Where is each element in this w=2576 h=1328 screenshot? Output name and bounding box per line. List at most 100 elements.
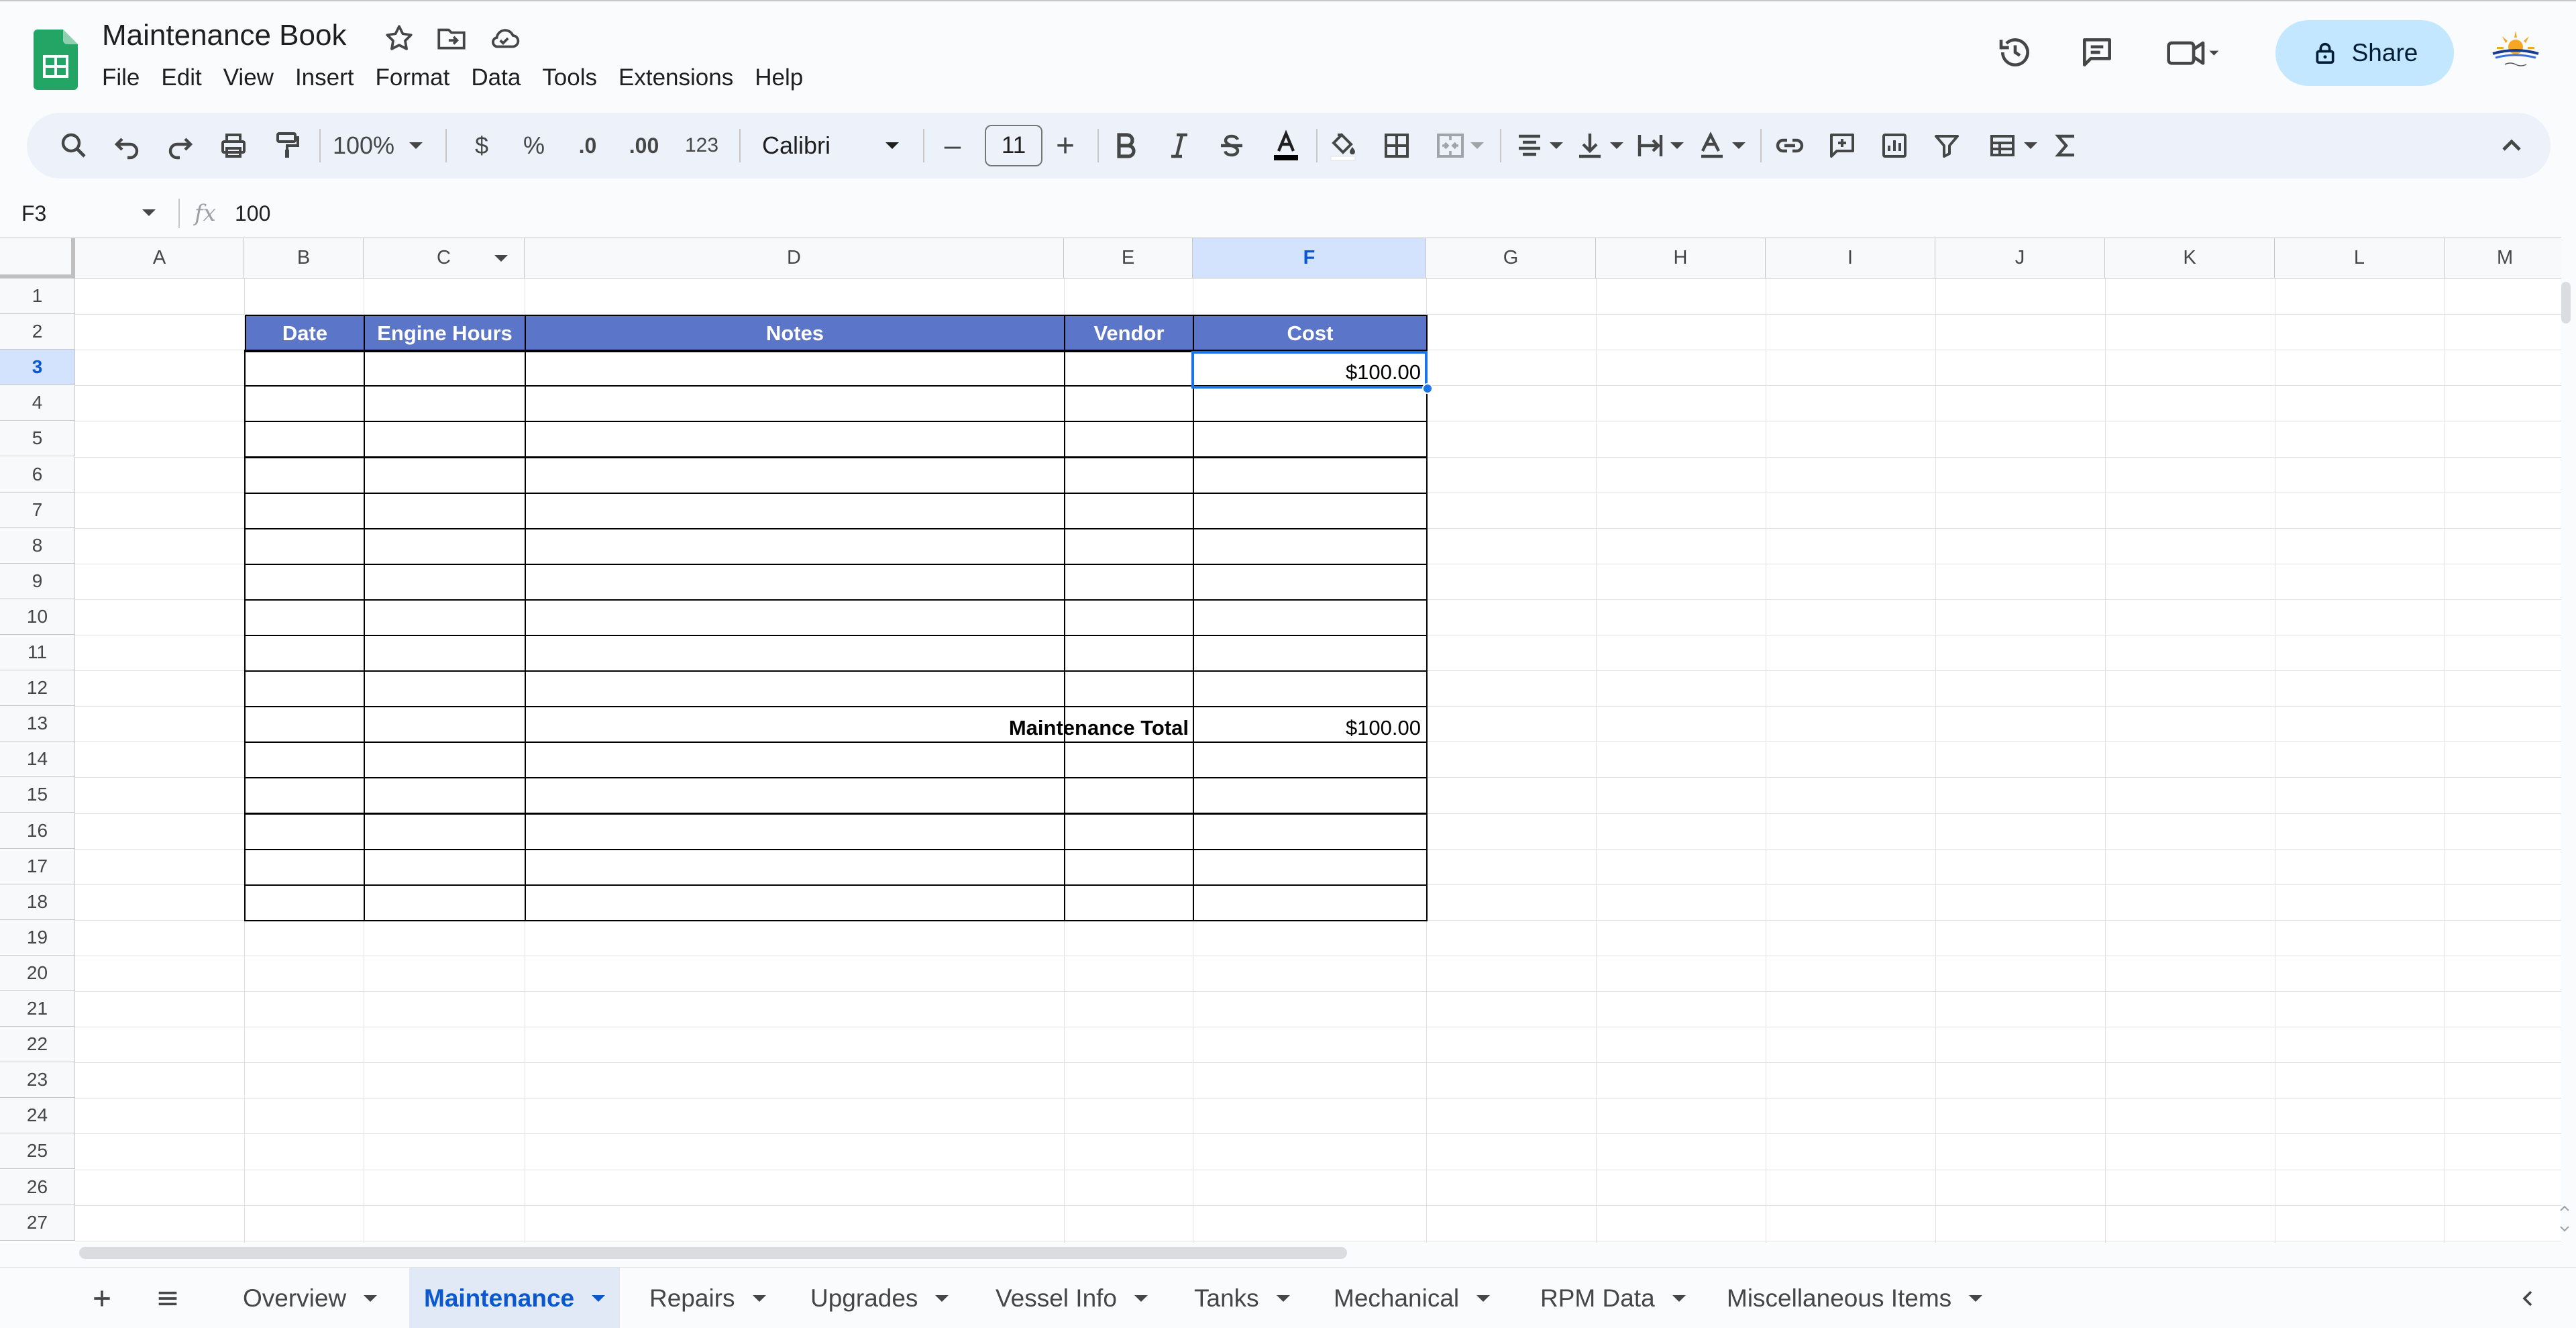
table-cell-cost[interactable] [1193, 527, 1428, 565]
column-header[interactable]: L [2275, 238, 2445, 278]
star-icon[interactable] [382, 21, 416, 55]
table-cell-vendor[interactable] [1064, 742, 1194, 779]
menu-edit[interactable]: Edit [150, 64, 212, 91]
table-cell-engine-hours[interactable] [364, 421, 526, 458]
table-header-notes[interactable]: Notes [525, 315, 1065, 352]
table-cell-date[interactable] [244, 742, 365, 779]
menu-file[interactable]: File [102, 64, 150, 91]
row-header[interactable]: 19 [0, 919, 75, 956]
table-cell-cost[interactable] [1193, 670, 1428, 708]
table-cell-engine-hours[interactable] [364, 777, 526, 815]
row-header[interactable]: 22 [0, 1027, 75, 1063]
row-header[interactable]: 15 [0, 777, 75, 813]
table-cell-cost[interactable] [1193, 563, 1428, 601]
table-cell-date[interactable] [244, 813, 365, 850]
table-cell-engine-hours[interactable] [364, 742, 526, 779]
create-filter-button[interactable] [1928, 113, 1966, 178]
text-wrapping-button[interactable] [1630, 113, 1688, 178]
menu-help[interactable]: Help [744, 64, 814, 91]
table-cell-vendor[interactable] [1064, 777, 1194, 815]
formula-input[interactable]: 100 [235, 201, 270, 226]
row-header[interactable]: 3 [0, 350, 75, 386]
row-header[interactable]: 8 [0, 527, 75, 564]
table-cell-date[interactable] [244, 848, 365, 886]
table-cell-date[interactable] [244, 563, 365, 601]
table-cell-cost[interactable] [1193, 421, 1428, 458]
insert-comment-button[interactable] [1823, 113, 1861, 178]
table-cell-vendor[interactable] [1064, 385, 1194, 423]
table-cell-vendor[interactable] [1064, 848, 1194, 886]
table-cell-date[interactable] [244, 884, 365, 921]
sheet-tab-overview[interactable]: Overview [243, 1268, 378, 1328]
table-cell-date[interactable] [244, 385, 365, 423]
sheet-tab-tanks[interactable]: Tanks [1194, 1268, 1290, 1328]
more-formats-button[interactable]: 123 [675, 113, 729, 178]
table-cell-notes[interactable] [525, 385, 1065, 423]
sheets-logo-icon[interactable] [34, 30, 78, 90]
scroll-arrows-icon[interactable] [2556, 1198, 2573, 1239]
vertical-scrollbar[interactable] [2561, 282, 2571, 323]
paint-format-button[interactable] [268, 113, 306, 178]
table-cell-engine-hours[interactable] [364, 527, 526, 565]
comments-icon[interactable] [2078, 34, 2116, 71]
format-currency-button[interactable]: $ [463, 113, 500, 178]
table-cell-date[interactable] [244, 456, 365, 494]
row-header[interactable]: 21 [0, 991, 75, 1027]
table-header-vendor[interactable]: Vendor [1064, 315, 1194, 352]
row-header[interactable]: 11 [0, 635, 75, 671]
column-header[interactable]: K [2105, 238, 2275, 278]
table-cell-date[interactable] [244, 421, 365, 458]
menu-view[interactable]: View [213, 64, 284, 91]
table-cell-vendor[interactable] [1064, 670, 1194, 708]
table-cell-date[interactable] [244, 635, 365, 672]
table-cell-vendor[interactable] [1064, 599, 1194, 636]
text-rotation-button[interactable] [1692, 113, 1750, 178]
row-header[interactable]: 12 [0, 670, 75, 707]
move-folder-icon[interactable] [435, 21, 468, 55]
table-cell-notes[interactable] [525, 848, 1065, 886]
table-cell-cost[interactable] [1193, 599, 1428, 636]
menu-tools[interactable]: Tools [531, 64, 608, 91]
vertical-align-button[interactable] [1570, 113, 1627, 178]
table-cell-notes[interactable] [525, 527, 1065, 565]
menu-format[interactable]: Format [365, 64, 461, 91]
table-cell-engine-hours[interactable] [364, 813, 526, 850]
collapse-toolbar-button[interactable] [2493, 113, 2530, 178]
table-cell-cost[interactable] [1193, 385, 1428, 423]
row-header[interactable]: 26 [0, 1169, 75, 1205]
sheet-tab-maintenance[interactable]: Maintenance [409, 1268, 621, 1328]
table-cell-engine-hours[interactable] [364, 563, 526, 601]
sheet-tab-vessel-info[interactable]: Vessel Info [996, 1268, 1148, 1328]
account-avatar[interactable] [2487, 27, 2544, 75]
increase-font-size-button[interactable]: + [1044, 113, 1087, 178]
row-header[interactable]: 6 [0, 456, 75, 493]
table-cell-vendor[interactable] [1064, 456, 1194, 494]
increase-decimal-button[interactable]: .00 [621, 113, 667, 178]
sheet-tab-rpm-data[interactable]: RPM Data [1540, 1268, 1686, 1328]
document-title[interactable]: Maintenance Book [102, 19, 346, 52]
table-cell-date[interactable] [244, 527, 365, 565]
column-header-selected[interactable]: F [1193, 238, 1426, 278]
sheet-tab-miscellaneous-items[interactable]: Miscellaneous Items [1727, 1268, 1983, 1328]
table-cell-notes[interactable] [525, 492, 1065, 529]
add-sheet-button[interactable] [83, 1280, 121, 1317]
table-cell-cost[interactable] [1193, 456, 1428, 494]
table-cell-date[interactable] [244, 599, 365, 636]
row-header[interactable]: 4 [0, 385, 75, 421]
zoom-select[interactable]: 100% [327, 113, 428, 178]
table-cell-engine-hours[interactable] [364, 350, 526, 387]
name-box[interactable]: F3 [21, 201, 46, 226]
row-header[interactable]: 7 [0, 492, 75, 528]
column-header[interactable]: C [364, 238, 525, 278]
menu-data[interactable]: Data [460, 64, 531, 91]
row-header[interactable]: 25 [0, 1133, 75, 1170]
spreadsheet-grid[interactable]: A B C D E F G H I J K L M 1 2 3 4 5 6 7 8 9 10 11 1… [0, 238, 2561, 1243]
table-cell-notes[interactable] [525, 421, 1065, 458]
horizontal-align-button[interactable] [1509, 113, 1567, 178]
maintenance-total-value[interactable]: $100.00 [1193, 716, 1421, 740]
font-family-select[interactable]: Calibri [750, 113, 911, 178]
column-header[interactable]: B [244, 238, 364, 278]
table-cell-notes[interactable] [525, 884, 1065, 921]
row-header[interactable]: 1 [0, 278, 75, 315]
column-header[interactable]: M [2445, 238, 2561, 278]
